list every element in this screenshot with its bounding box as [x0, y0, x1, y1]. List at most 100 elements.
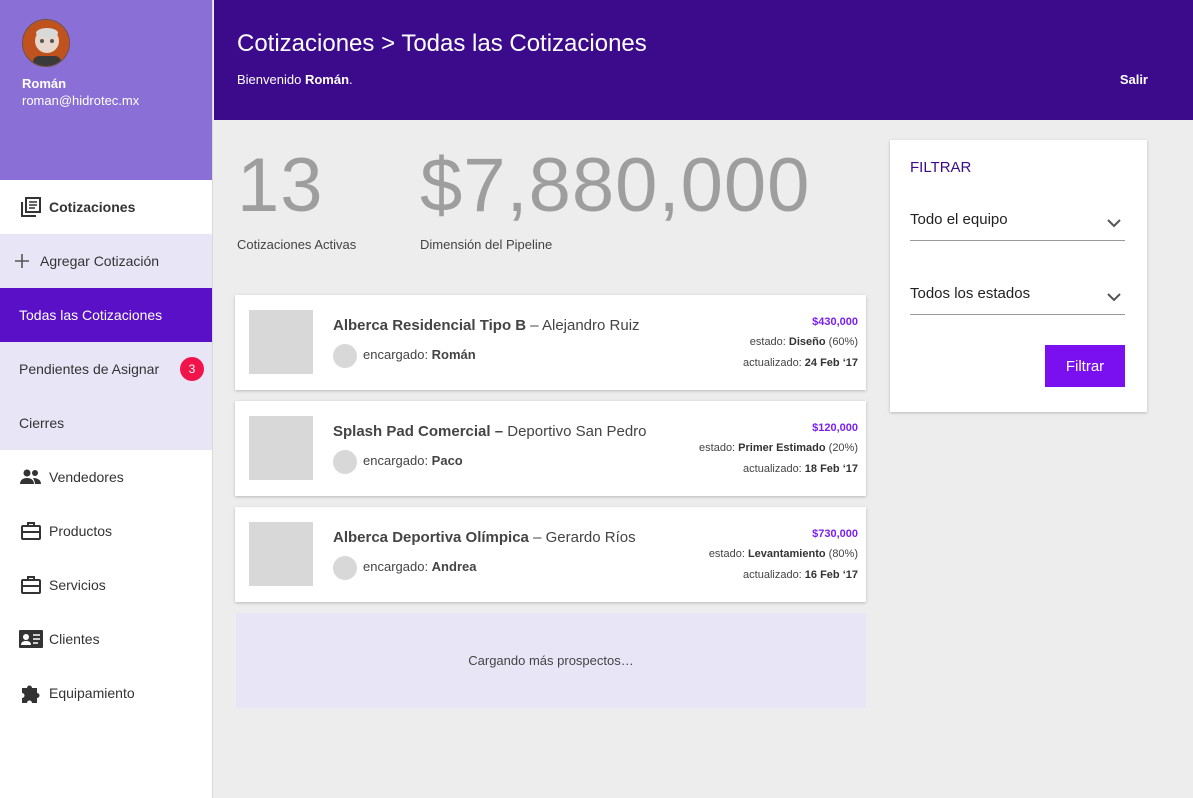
sidebar-item-label: Servicios: [49, 577, 106, 593]
pipeline-value: $7,880,000: [420, 143, 811, 228]
contact-card-icon: [19, 627, 43, 651]
profile-panel: Román roman@hidrotec.mx: [0, 0, 212, 180]
quote-thumbnail: [249, 522, 313, 586]
sidebar-item-label: Clientes: [49, 631, 100, 647]
quote-title: Alberca Deportiva Olímpica – Gerardo Río…: [333, 529, 636, 546]
team-select-value: Todo el equipo: [910, 211, 1008, 228]
welcome-message: Bienvenido Román.: [237, 72, 353, 87]
welcome-prefix: Bienvenido: [237, 72, 305, 87]
plus-icon: [10, 249, 34, 273]
pipeline-label: Dimensión del Pipeline: [420, 237, 553, 252]
sidebar-item-agregar-cotizacion[interactable]: Agregar Cotización: [0, 234, 212, 288]
sidebar-item-cotizaciones[interactable]: Cotizaciones: [0, 180, 212, 234]
quote-project: Alberca Residencial Tipo B: [333, 317, 527, 334]
quote-client: Gerardo Ríos: [545, 529, 636, 546]
quote-price: $730,000: [812, 528, 858, 540]
quote-client: Deportivo San Pedro: [507, 423, 647, 440]
filter-title: FILTRAR: [910, 159, 972, 176]
owner-name: Paco: [431, 453, 463, 468]
owner-label: encargado:: [363, 453, 432, 468]
state-value: Levantamiento: [747, 548, 826, 560]
sidebar-item-servicios[interactable]: Servicios: [0, 558, 212, 612]
sidebar-item-pendientes[interactable]: Pendientes de Asignar 3: [0, 342, 212, 396]
updated-label: actualizado:: [743, 357, 805, 369]
sidebar-item-label: Productos: [49, 523, 113, 539]
quote-card[interactable]: Splash Pad Comercial – Deportivo San Ped…: [235, 401, 866, 496]
quote-state: estado: Levantamiento (80%): [709, 548, 858, 560]
updated-label: actualizado:: [743, 463, 805, 475]
people-icon: [19, 465, 43, 489]
state-select-value: Todos los estados: [910, 285, 1031, 302]
pending-count-badge: 3: [180, 357, 204, 381]
state-label: estado:: [708, 548, 748, 560]
filter-button[interactable]: Filtrar: [1045, 345, 1125, 387]
quote-card[interactable]: Alberca Residencial Tipo B – Alejandro R…: [235, 295, 866, 390]
team-select[interactable]: Todo el equipo: [910, 203, 1125, 241]
updated-label: actualizado:: [743, 569, 805, 581]
active-quotes-count: 13: [237, 143, 324, 228]
loading-more-indicator: Cargando más prospectos…: [236, 613, 866, 708]
quote-updated: actualizado: 24 Feb ‘17: [743, 357, 858, 369]
logout-link[interactable]: Salir: [1120, 72, 1148, 87]
state-label: estado:: [749, 336, 789, 348]
top-header: Cotizaciones > Todas las Cotizaciones Bi…: [214, 0, 1193, 120]
chevron-down-icon: [1107, 215, 1121, 232]
sidebar-item-todas-cotizaciones[interactable]: Todas las Cotizaciones: [0, 288, 212, 342]
sidebar-item-label: Equipamiento: [49, 685, 135, 701]
welcome-user: Román: [304, 72, 350, 87]
owner-avatar: [333, 450, 357, 474]
briefcase-icon: [19, 519, 43, 543]
quote-owner: encargado: Paco: [363, 453, 463, 468]
quote-state: estado: Primer Estimado (20%): [699, 442, 858, 454]
quote-separator: –: [526, 317, 542, 334]
sidebar-item-label: Vendedores: [49, 469, 124, 485]
user-name: Román: [22, 76, 67, 91]
state-label: estado:: [699, 442, 739, 454]
list-icon: [19, 195, 43, 219]
sidebar-item-label: Agregar Cotización: [40, 253, 160, 269]
owner-label: encargado:: [363, 347, 432, 362]
quote-updated: actualizado: 16 Feb ‘17: [743, 569, 858, 581]
user-email: roman@hidrotec.mx: [22, 93, 140, 108]
sidebar-item-label: Todas las Cotizaciones: [19, 307, 163, 323]
owner-avatar: [333, 556, 357, 580]
owner-name: Román: [431, 347, 476, 362]
quote-thumbnail: [249, 310, 313, 374]
active-quotes-label: Cotizaciones Activas: [237, 237, 357, 252]
sidebar-item-vendedores[interactable]: Vendedores: [0, 450, 212, 504]
filter-panel: FILTRAR Todo el equipo Todos los estados…: [890, 140, 1147, 412]
state-percent: (80%): [825, 548, 858, 560]
sidebar-item-label: Cierres: [19, 415, 65, 431]
sidebar-item-equipamiento[interactable]: Equipamiento: [0, 666, 212, 720]
quote-separator: –: [528, 529, 546, 546]
quote-client: Alejandro Ruiz: [541, 317, 640, 334]
sidebar-item-label: Cotizaciones: [49, 199, 136, 215]
puzzle-icon: [19, 681, 43, 705]
quote-project: Alberca Deportiva Olímpica: [333, 529, 529, 546]
quote-state: estado: Diseño (60%): [750, 336, 858, 348]
quote-updated: actualizado: 18 Feb ‘17: [743, 463, 858, 475]
state-select[interactable]: Todos los estados: [910, 277, 1125, 315]
owner-avatar: [333, 344, 357, 368]
quote-thumbnail: [249, 416, 313, 480]
welcome-suffix: .: [349, 72, 353, 87]
state-percent: (20%): [825, 442, 858, 454]
quote-title: Splash Pad Comercial – Deportivo San Ped…: [333, 423, 647, 440]
sidebar-item-label: Pendientes de Asignar: [19, 361, 160, 377]
quote-card[interactable]: Alberca Deportiva Olímpica – Gerardo Río…: [235, 507, 866, 602]
state-value: Primer Estimado: [738, 442, 826, 454]
quote-price: $120,000: [812, 422, 858, 434]
updated-date: 24 Feb ‘17: [804, 357, 858, 369]
state-percent: (60%): [825, 336, 858, 348]
quote-price: $430,000: [812, 316, 858, 328]
sidebar-item-clientes[interactable]: Clientes: [0, 612, 212, 666]
quote-project: Splash Pad Comercial –: [333, 423, 504, 440]
avatar[interactable]: [22, 19, 70, 67]
quote-owner: encargado: Román: [363, 347, 476, 362]
sidebar-item-cierres[interactable]: Cierres: [0, 396, 212, 450]
owner-name: Andrea: [431, 559, 477, 574]
page-title: Cotizaciones > Todas las Cotizaciones: [237, 30, 647, 57]
sidebar: Román roman@hidrotec.mx Cotizaciones Agr…: [0, 0, 213, 798]
sidebar-item-productos[interactable]: Productos: [0, 504, 212, 558]
updated-date: 18 Feb ‘17: [804, 463, 858, 475]
